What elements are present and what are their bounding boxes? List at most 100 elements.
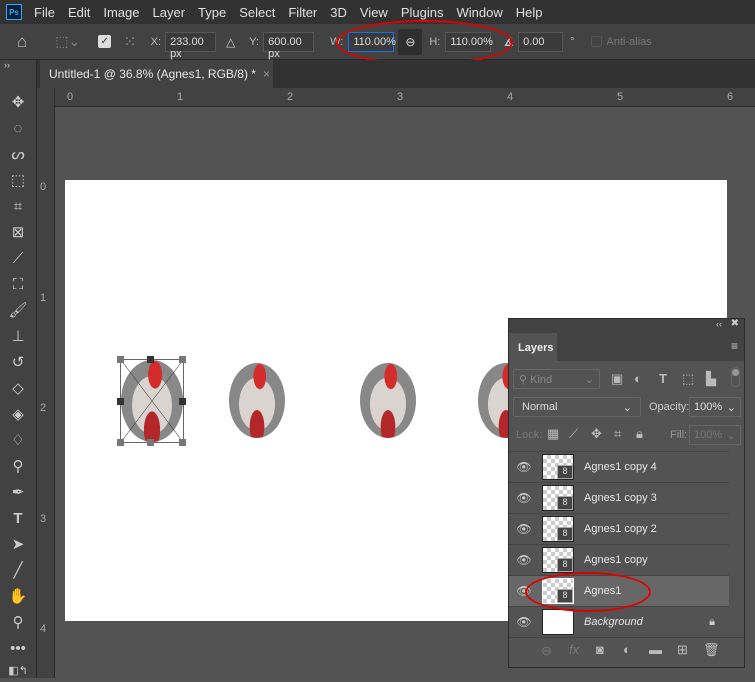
fill-input[interactable]: 100% ⌄ [689,425,741,445]
home-icon[interactable]: ⌂ [17,32,27,52]
antialias-checkbox[interactable] [590,36,602,47]
menu-edit[interactable]: Edit [68,5,90,20]
menu-image[interactable]: Image [103,5,139,20]
panel-tab-bar: Layers ≡ [509,333,744,361]
ruler-label: 6 [727,91,734,103]
filter-type-icon[interactable]: T [659,371,667,386]
pen-tool-icon[interactable]: ✒ [7,482,29,504]
chicken-image-copy-2[interactable] [360,363,416,438]
y-input[interactable]: 600.00 px [263,31,315,60]
transform-handle[interactable] [147,356,154,363]
marquee-tool-icon[interactable]: ◌ [7,118,29,140]
paint-bucket-tool-icon[interactable]: ◈ [7,404,29,426]
frame-tool-icon[interactable]: ⊠ [7,222,29,244]
lock-artboard-icon[interactable]: ⌗ [614,426,621,442]
delete-layer-icon[interactable]: 🗑︎ [703,642,720,658]
menu-3d[interactable]: 3D [330,5,347,20]
transform-handle[interactable] [117,356,124,363]
menu-window[interactable]: Window [456,5,502,20]
menu-filter[interactable]: Filter [288,5,317,20]
menu-type[interactable]: Type [198,5,226,20]
menu-help[interactable]: Help [516,5,543,20]
collapse-toolbox-icon[interactable]: ›› [4,60,10,70]
path-selection-tool-icon[interactable]: ➤ [7,534,29,556]
transform-handle[interactable] [117,398,124,405]
visibility-eye-icon[interactable]: 👁︎ [509,615,539,629]
type-tool-icon[interactable]: T [7,508,29,530]
dodge-tool-icon[interactable]: ⚲ [7,456,29,478]
new-group-icon[interactable]: ▬ [649,642,662,657]
lock-position-icon[interactable]: ✥ [591,426,602,442]
transform-handle[interactable] [117,439,124,446]
hand-tool-icon[interactable]: ✋ [7,586,29,608]
layer-style-fx-icon[interactable]: fx [569,642,579,657]
transform-bounding-box[interactable] [120,359,184,443]
blur-tool-icon[interactable]: ♢ [7,430,29,452]
filter-smart-object-icon[interactable]: ▙ [706,371,716,387]
document-tab[interactable]: Untitled-1 @ 36.8% (Agnes1, RGB/8) * × [40,60,273,88]
transform-handle[interactable] [179,356,186,363]
eraser-tool-icon[interactable]: ◇ [7,378,29,400]
line-tool-icon[interactable]: ╱ [7,560,29,582]
layer-row[interactable]: 👁︎ 8 Agnes1 copy 4 [509,452,729,483]
layers-panel: ‹‹ ✖ Layers ≡ ⚲ Kind ⌄ ▣ ◐ T ⬚ ▙ Normal ⌄ … [508,318,745,668]
healing-brush-tool-icon[interactable]: ⛶ [7,274,29,296]
swap-colors-icon[interactable]: ◧↰ [7,660,29,682]
visibility-eye-icon[interactable]: 👁︎ [509,553,539,567]
close-tab-icon[interactable]: × [263,67,270,81]
lock-image-icon[interactable]: ⟋ [569,426,578,442]
filter-shape-icon[interactable]: ⬚ [682,371,694,387]
close-panel-icon[interactable]: ✖ [731,318,739,329]
lock-transparent-icon[interactable]: ▦ [547,426,559,442]
menu-view[interactable]: View [360,5,388,20]
ruler-label: 0 [67,91,74,103]
filter-kind-select[interactable]: ⚲ Kind ⌄ [513,369,600,389]
panel-menu-icon[interactable]: ≡ [731,339,738,353]
add-mask-icon[interactable]: ◙ [596,642,604,657]
transform-handle[interactable] [179,398,186,405]
crop-tool-icon[interactable]: ⌗ [7,196,29,218]
menu-file[interactable]: File [34,5,55,20]
x-input[interactable]: 233.00 px [165,31,217,60]
opacity-input[interactable]: 100% ⌄ [689,397,741,417]
reference-point-grid-icon[interactable]: ⁙ [123,32,136,52]
layer-row[interactable]: 👁︎ 8 Agnes1 copy 2 [509,514,729,545]
lasso-tool-icon[interactable]: ᔕ [7,144,29,166]
menu-plugins[interactable]: Plugins [401,5,444,20]
more-tools-icon[interactable]: ••• [7,638,29,660]
link-layers-icon[interactable]: ⊖ [541,643,552,659]
brush-tool-icon[interactable]: 🖌 [7,300,29,322]
object-selection-tool-icon[interactable]: ⬚ [7,170,29,192]
relative-position-icon[interactable]: △ [226,35,235,49]
menu-layer[interactable]: Layer [153,5,186,20]
transform-icon[interactable]: ⬚⌄ [55,33,80,50]
layer-row[interactable]: 👁︎ 8 Agnes1 copy [509,545,729,576]
layers-tab[interactable]: Layers [509,333,557,361]
layer-row[interactable]: 👁︎ Background 🔒︎ [509,607,729,638]
menu-select[interactable]: Select [239,5,275,20]
reference-point-checkbox[interactable]: ✓ [98,35,112,48]
filter-pixel-icon[interactable]: ▣ [611,371,623,387]
layer-thumbnail: 8 [542,485,574,511]
lock-all-icon[interactable]: 🔒︎ [636,426,643,442]
transform-handle[interactable] [147,439,154,446]
eyedropper-tool-icon[interactable]: ⟋ [7,248,29,270]
filter-toggle[interactable] [731,367,740,387]
visibility-eye-icon[interactable]: 👁︎ [509,460,539,474]
chicken-image-copy[interactable] [229,363,285,438]
layer-row[interactable]: 👁︎ 8 Agnes1 copy 3 [509,483,729,514]
rotate-input[interactable]: 0.00 [518,31,564,52]
ruler-label: 1 [177,91,184,103]
visibility-eye-icon[interactable]: 👁︎ [509,491,539,505]
move-tool-icon[interactable]: ✥ [7,92,29,114]
adjustment-layer-icon[interactable]: ◐ [623,642,631,657]
blend-mode-select[interactable]: Normal ⌄ [513,397,641,417]
collapse-panel-icon[interactable]: ‹‹ [716,319,722,329]
history-brush-tool-icon[interactable]: ↺ [7,352,29,374]
transform-handle[interactable] [179,439,186,446]
filter-adjustment-icon[interactable]: ◐ [634,371,642,386]
zoom-tool-icon[interactable]: ⚲ [7,612,29,634]
visibility-eye-icon[interactable]: 👁︎ [509,522,539,536]
clone-stamp-tool-icon[interactable]: ⊥ [7,326,29,348]
new-layer-icon[interactable]: ⊞ [677,642,688,658]
